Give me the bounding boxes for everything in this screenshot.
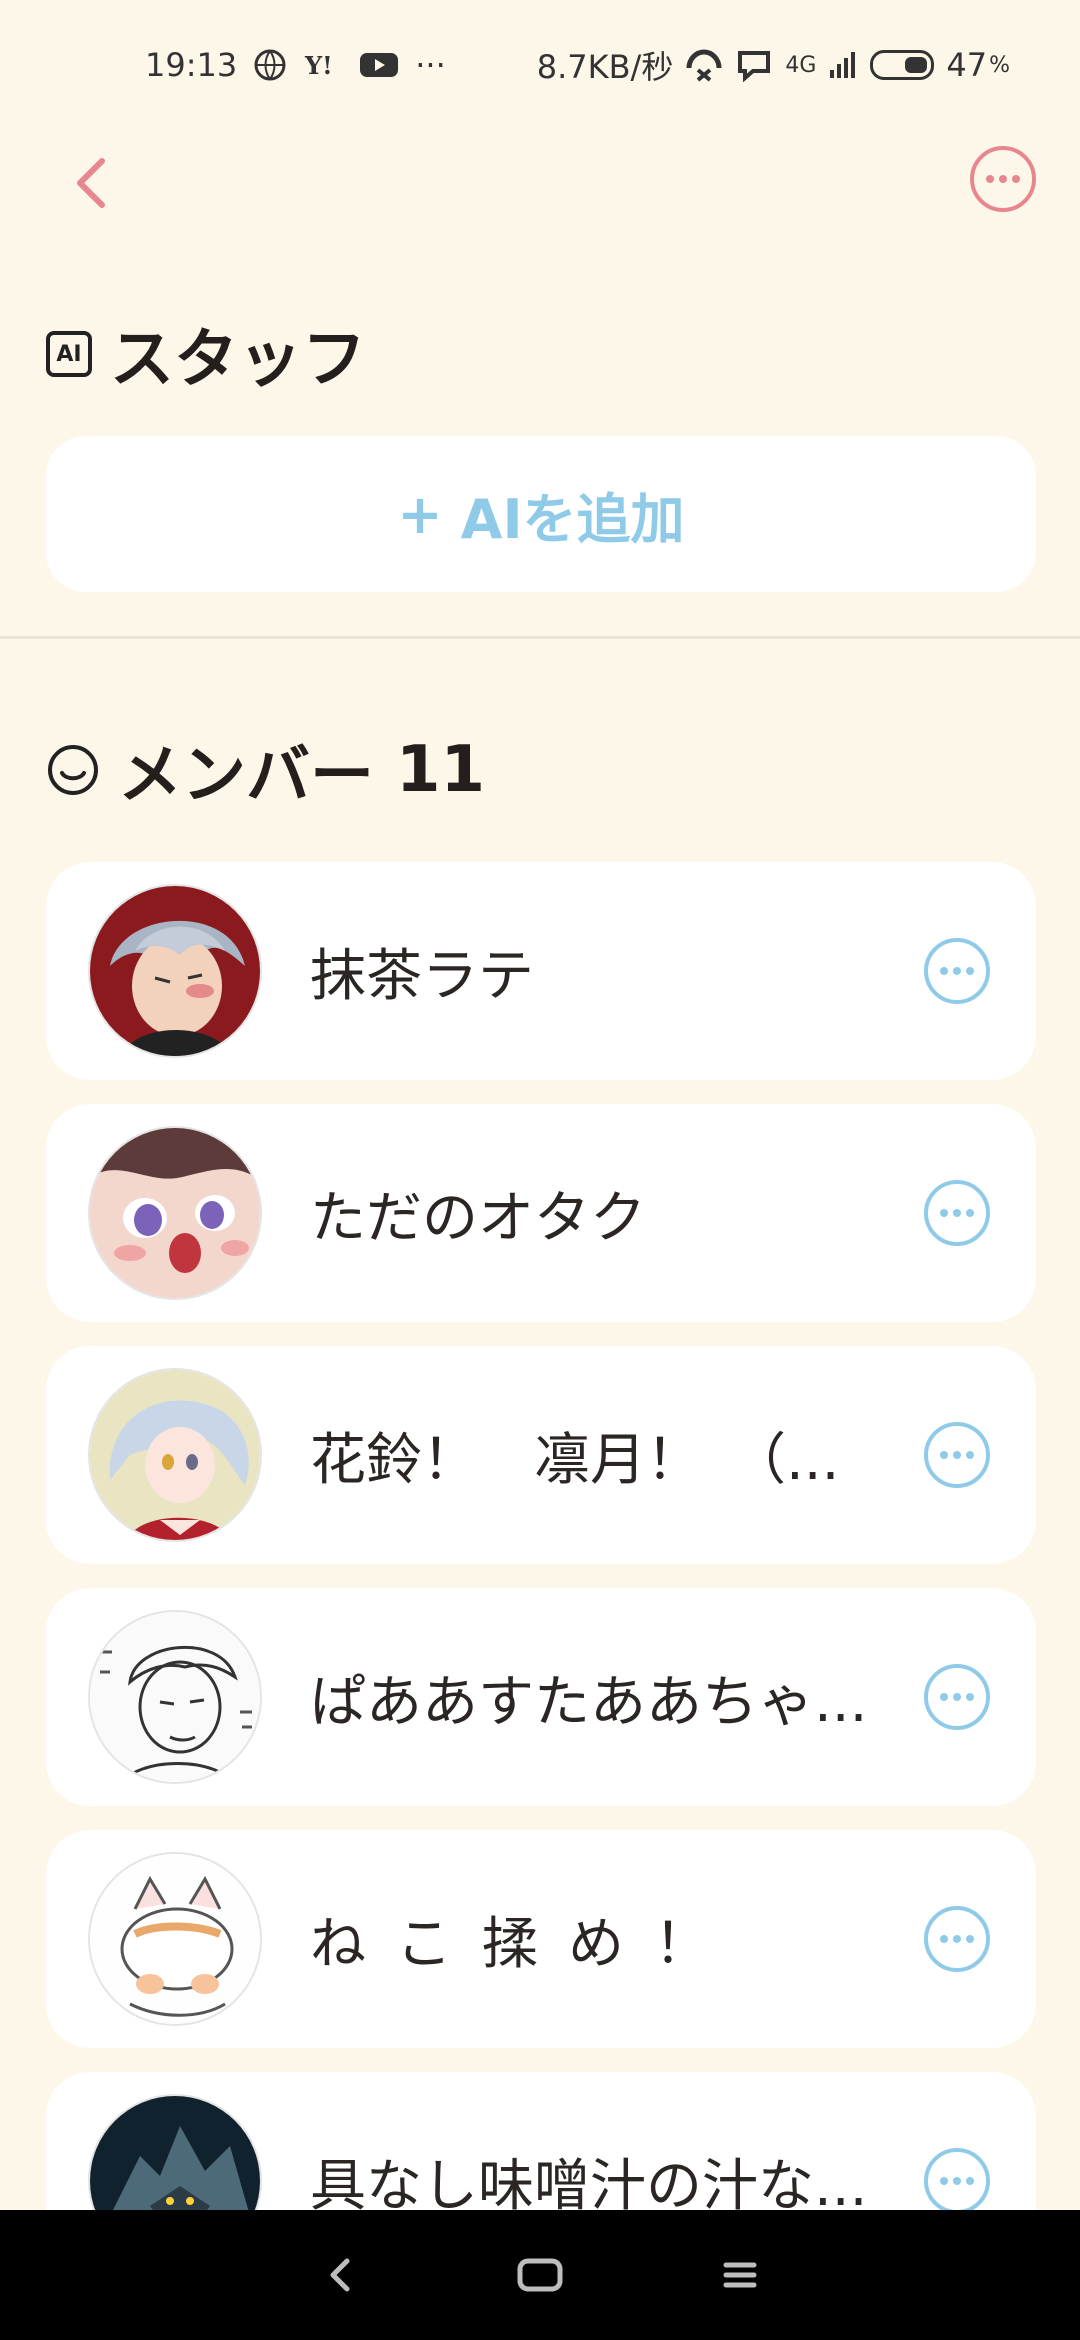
member-card[interactable]: 抹茶ラテ [46,862,1036,1080]
member-name: ただのオタク [310,1185,646,1251]
member-avatar[interactable] [88,1610,262,1784]
nav-menu-button[interactable] [710,2245,770,2305]
member-title: メンバー [118,739,374,813]
member-more-icon[interactable] [922,1904,992,1974]
member-more-icon[interactable] [922,1178,992,1248]
battery-unit: % [989,52,1010,78]
network-type: 4G [785,52,817,78]
back-button[interactable] [60,148,120,218]
status-right: 8.7KB/秒 4G 47% [537,42,1010,88]
nav-home-icon [517,2258,563,2292]
status-bar: 19:13 Y! ··· 8.7KB/秒 4G 47 % [0,0,1080,130]
battery-icon [870,50,935,80]
top-bar [0,130,1080,240]
status-time: 19:13 [145,46,238,84]
navigation-bar [0,2210,1080,2340]
member-more-icon[interactable] [922,1420,992,1490]
member-card[interactable]: ねこ揉め！ [46,1830,1036,2048]
member-name: 抹茶ラテ [310,943,534,1009]
section-divider [0,636,1080,639]
member-count: 11 [396,733,486,807]
battery-level: 47 [946,46,988,84]
member-avatar[interactable] [88,1368,262,1542]
youtube-icon [359,50,399,80]
smiley-icon [48,745,98,795]
add-ai-label: AIを追加 [460,487,685,551]
member-name: ぱああすたああちゃ... [310,1669,868,1735]
more-circle-icon [970,146,1036,212]
nav-back-icon [330,2258,350,2292]
nav-back-button[interactable] [310,2245,370,2305]
chevron-left-icon [77,158,105,208]
chat-bubble-icon [735,48,773,82]
svg-text:Y!: Y! [304,51,333,80]
status-left: 19:13 Y! ··· [145,46,446,84]
member-more-icon[interactable] [922,2146,992,2216]
yahoo-icon: Y! [303,50,343,80]
vpn-globe-icon [253,48,287,82]
add-ai-button[interactable]: + AIを追加 [46,436,1036,592]
nav-menu-icon [723,2262,757,2288]
status-overflow: ··· [415,46,446,84]
member-card[interactable]: ただのオタク [46,1104,1036,1322]
member-avatar[interactable] [88,1852,262,2026]
member-avatar[interactable] [88,1126,262,1300]
member-section-title: メンバー 11 [46,724,485,816]
network-speed: 8.7KB/秒 [536,48,674,86]
staff-title: スタッフ [110,323,366,397]
member-name: ねこ揉め！ [310,1911,740,1977]
staff-section-title: AI スタッフ [46,308,366,400]
more-options-button[interactable] [968,144,1038,214]
member-list: 抹茶ラテ ただのオタク 花鈴！ 凛月！ （... ぱああすたああちゃ... ねこ… [46,862,1036,2314]
member-name: 花鈴！ 凛月！ （... [310,1427,840,1493]
screen: 19:13 Y! ··· 8.7KB/秒 4G 47 % AI スタッフ + A… [0,0,1080,2340]
member-more-icon[interactable] [922,936,992,1006]
plus-icon: + [397,482,443,546]
ai-badge-icon: AI [46,331,92,377]
member-card[interactable]: ぱああすたああちゃ... [46,1588,1036,1806]
member-more-icon[interactable] [922,1662,992,1732]
member-card[interactable]: 花鈴！ 凛月！ （... [46,1346,1036,1564]
member-avatar[interactable] [88,884,262,1058]
nav-home-button[interactable] [510,2245,570,2305]
app-notification-icon [685,48,723,82]
signal-bars-icon [828,50,858,80]
